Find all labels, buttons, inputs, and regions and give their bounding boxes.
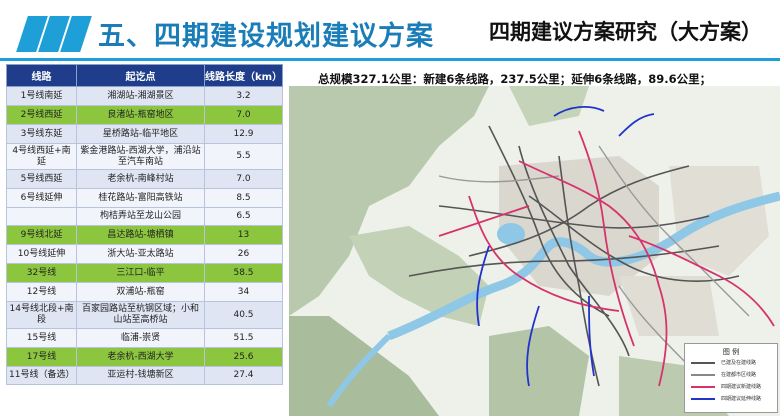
map-legend: 图 例 已建及在建线路 在建都市区线路 四期建议新建线路 四期建议延伸线路 — [684, 343, 778, 413]
cell-span: 紫金港路站-西湖大学，浦沿站至汽车南站 — [76, 143, 205, 170]
cell-length: 13 — [204, 225, 283, 245]
header-divider — [0, 58, 780, 61]
table-row: 3号线东延 星桥路站-临平地区 12.9 — [6, 124, 283, 144]
cell-span: 浙大站-亚太路站 — [76, 244, 205, 264]
legend-label: 已建及在建线路 — [721, 360, 757, 366]
cell-length: 6.5 — [204, 207, 283, 226]
table-header-row: 线路 起讫点 线路长度（km） — [6, 64, 283, 87]
cell-length: 58.5 — [204, 263, 283, 283]
legend-swatch — [691, 374, 715, 376]
cell-length: 27.4 — [204, 366, 283, 385]
legend-title: 图 例 — [722, 348, 740, 356]
header: 五、四期建设规划建议方案 四期建议方案研究（大方案） — [0, 0, 780, 64]
legend-item-extension: 四期建议延伸线路 — [691, 394, 775, 404]
cell-length: 3.2 — [204, 86, 283, 106]
cell-line — [6, 207, 77, 226]
table-row: 15号线 临浦-崇贤 51.5 — [6, 328, 283, 348]
table-row: 4号线西延+南延 紫金港路站-西湖大学，浦沿站至汽车南站 5.5 — [6, 143, 283, 170]
cell-span: 老余杭-南峰村站 — [76, 169, 205, 189]
column-header-length: 线路长度（km） — [204, 64, 283, 87]
legend-swatch — [691, 362, 715, 364]
table-row: 6号线延伸 桂花路站-富阳高铁站 8.5 — [6, 188, 283, 208]
cell-length: 51.5 — [204, 328, 283, 348]
cell-span: 三江口-临平 — [76, 263, 205, 283]
cell-span: 临浦-崇贤 — [76, 328, 205, 348]
cell-length: 12.9 — [204, 124, 283, 144]
cell-line: 2号线西延 — [6, 105, 77, 125]
cell-span: 百家园路站至杭钢区域；小和山站至高桥站 — [76, 301, 205, 329]
table-row: 11号线（备选） 亚运村-钱塘新区 27.4 — [6, 366, 283, 385]
cell-line: 10号线延伸 — [6, 244, 77, 264]
legend-label: 在建都市区线路 — [721, 372, 757, 378]
cell-length: 8.5 — [204, 188, 283, 208]
legend-swatch — [691, 386, 715, 388]
cell-span: 老余杭-西湖大学 — [76, 347, 205, 367]
table-row: 14号线北段+南段 百家园路站至杭钢区域；小和山站至高桥站 40.5 — [6, 301, 283, 329]
cell-span: 昌达路站-塘栖镇 — [76, 225, 205, 245]
cell-span: 湘湖站-湘湖景区 — [76, 86, 205, 106]
cell-length: 25.6 — [204, 347, 283, 367]
cell-length: 5.5 — [204, 143, 283, 170]
table-row: 9号线北延 昌达路站-塘栖镇 13 — [6, 225, 283, 245]
legend-item-metro: 在建都市区线路 — [691, 370, 775, 380]
cell-line: 15号线 — [6, 328, 77, 348]
cell-line: 12号线 — [6, 282, 77, 302]
legend-label: 四期建议延伸线路 — [721, 396, 762, 402]
table-row: 5号线西延 老余杭-南峰村站 7.0 — [6, 169, 283, 189]
legend-label: 四期建议新建线路 — [721, 384, 762, 390]
cell-line: 6号线延伸 — [6, 188, 77, 208]
cell-span: 良渚站-瓶窑地区 — [76, 105, 205, 125]
cell-span: 桂花路站-富阳高铁站 — [76, 188, 205, 208]
table-row: 32号线 三江口-临平 58.5 — [6, 263, 283, 283]
cell-length: 34 — [204, 282, 283, 302]
cell-line: 14号线北段+南段 — [6, 301, 77, 329]
cell-line: 1号线南延 — [6, 86, 77, 106]
cell-line: 32号线 — [6, 263, 77, 283]
cell-length: 40.5 — [204, 301, 283, 329]
cell-line: 9号线北延 — [6, 225, 77, 245]
table-row: 17号线 老余杭-西湖大学 25.6 — [6, 347, 283, 367]
legend-item-existing: 已建及在建线路 — [691, 358, 775, 368]
cell-length: 7.0 — [204, 105, 283, 125]
summary-text: 总规模327.1公里：新建6条线路，237.5公里；延伸6条线路，89.6公里； — [318, 72, 712, 86]
cell-line: 5号线西延 — [6, 169, 77, 189]
section-title: 五、四期建设规划建议方案 — [98, 21, 434, 52]
table-row: 10号线延伸 浙大站-亚太路站 26 — [6, 244, 283, 264]
cell-line: 4号线西延+南延 — [6, 143, 77, 170]
sub-title: 四期建议方案研究（大方案） — [489, 20, 762, 44]
legend-swatch — [691, 398, 715, 400]
table-row: 2号线西延 良渚站-瓶窑地区 7.0 — [6, 105, 283, 125]
table-row: 枸桔弄站至龙山公园 6.5 — [6, 207, 283, 226]
cell-span: 枸桔弄站至龙山公园 — [76, 207, 205, 226]
legend-item-new: 四期建议新建线路 — [691, 382, 775, 392]
column-header-span: 起讫点 — [76, 64, 205, 87]
column-header-line: 线路 — [6, 64, 77, 87]
table-row: 1号线南延 湘湖站-湘湖景区 3.2 — [6, 86, 283, 106]
cell-line: 11号线（备选） — [6, 366, 77, 385]
cell-line: 3号线东延 — [6, 124, 77, 144]
cell-line: 17号线 — [6, 347, 77, 367]
cell-span: 亚运村-钱塘新区 — [76, 366, 205, 385]
logo — [16, 16, 92, 52]
cell-length: 26 — [204, 244, 283, 264]
cell-span: 星桥路站-临平地区 — [76, 124, 205, 144]
table-row: 12号线 双浦站-瓶窑 34 — [6, 282, 283, 302]
cell-span: 双浦站-瓶窑 — [76, 282, 205, 302]
cell-length: 7.0 — [204, 169, 283, 189]
plan-table: 线路 起讫点 线路长度（km） 1号线南延 湘湖站-湘湖景区 3.2 2号线西延 良渚站… — [6, 64, 283, 385]
